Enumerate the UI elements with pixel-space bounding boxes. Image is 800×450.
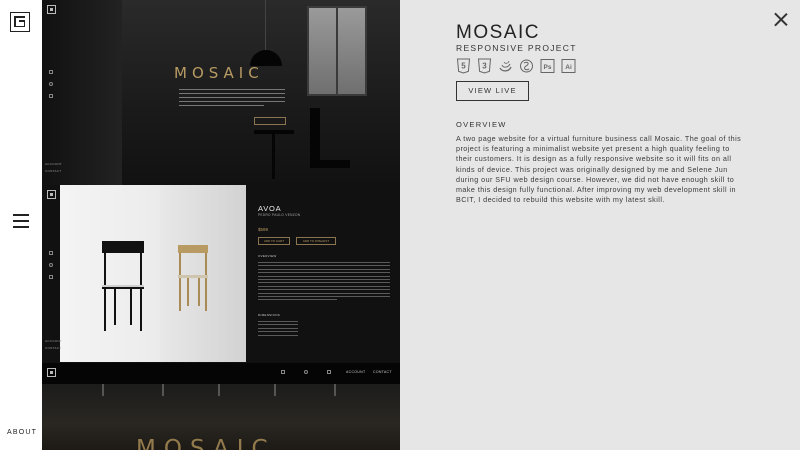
product-title: AVOA <box>258 204 282 213</box>
hamburger-menu-icon[interactable] <box>13 214 29 228</box>
preview-account-link: ACCOUNT <box>346 370 366 374</box>
preview-heart-icon-3 <box>304 370 308 374</box>
preview-bag-icon-3 <box>327 370 331 374</box>
preview-mosaic-logo-2: MOSAIC <box>136 436 276 450</box>
left-sidebar: ABOUT <box>0 0 42 450</box>
product-dimensions-heading: DIMENSIONS <box>258 313 281 317</box>
overview-heading: OVERVIEW <box>456 120 507 129</box>
product-overview-text <box>258 262 390 303</box>
black-chair-decor <box>102 241 144 331</box>
photoshop-abbr: Ps <box>544 64 552 71</box>
product-photo <box>60 185 246 362</box>
preview-search-icon <box>49 70 53 74</box>
illustrator-abbr: Ai <box>565 64 572 71</box>
add-to-cart-button: ADD TO CART <box>258 237 290 245</box>
preview-bag-icon <box>49 94 53 98</box>
preview-heart-icon <box>49 82 53 86</box>
product-overview-heading: OVERVIEW <box>258 254 277 258</box>
svg-text:5: 5 <box>461 62 466 71</box>
preview-hero-panel-2: MOSAIC <box>42 384 400 450</box>
preview-logo-icon-3 <box>47 368 56 377</box>
project-subtitle: RESPONSIVE PROJECT <box>456 43 577 53</box>
product-price: $599 <box>258 227 269 232</box>
about-link[interactable]: ABOUT <box>7 429 37 436</box>
view-live-button[interactable]: VIEW LIVE <box>456 81 529 101</box>
html5-icon: 5 <box>456 58 471 74</box>
add-to-wishlist-button: ADD TO WISHLIST <box>296 237 336 245</box>
jquery-icon <box>498 58 513 74</box>
preview-logo-icon <box>47 5 56 14</box>
window-decor <box>307 6 367 96</box>
project-title: MOSAIC <box>456 22 540 43</box>
close-icon[interactable] <box>774 12 788 26</box>
preview-logo-icon-2 <box>47 190 56 199</box>
preview-product-panel: AVOA PEDRO PAULO VENZON $599 ADD TO CART… <box>42 185 400 363</box>
preview-footer-bar: ACCOUNT CONTACT <box>42 363 400 384</box>
chair-decor <box>310 108 350 168</box>
preview-side-contact: CONTACT <box>45 169 62 173</box>
project-info-panel: MOSAIC RESPONSIVE PROJECT 5 3 Ps Ai VIEW… <box>400 0 800 450</box>
svg-text:3: 3 <box>482 62 487 71</box>
preview-side-account: ACCOUNT <box>45 162 62 166</box>
css3-icon: 3 <box>477 58 492 74</box>
preview-heart-icon-2 <box>49 263 53 267</box>
project-preview-image: MOSAIC ACCOUNT CONTACT AVOA PEDRO PAULO … <box>42 0 400 450</box>
preview-hero-panel: MOSAIC ACCOUNT CONTACT <box>42 0 400 185</box>
sass-icon <box>519 58 534 74</box>
preview-search-icon-2 <box>49 251 53 255</box>
preview-bag-icon-2 <box>49 275 53 279</box>
gold-chair-decor <box>178 245 208 311</box>
preview-side-account-2: ACCOUNT <box>45 339 62 343</box>
preview-mosaic-logo: MOSAIC <box>174 64 264 82</box>
preview-grid-icon <box>281 370 285 374</box>
tech-stack-icons: 5 3 Ps Ai <box>456 58 576 74</box>
illustrator-icon: Ai <box>561 58 576 74</box>
preview-hero-text <box>179 89 285 109</box>
photoshop-icon: Ps <box>540 58 555 74</box>
product-subtitle: PEDRO PAULO VENZON <box>258 213 301 217</box>
preview-side-contact-2: CONTACT <box>45 346 62 350</box>
site-logo-icon[interactable] <box>10 12 30 32</box>
preview-contact-link: CONTACT <box>373 370 392 374</box>
product-dimensions-text <box>258 321 298 338</box>
preview-hero-button <box>254 117 286 125</box>
overview-text: A two page website for a virtual furnitu… <box>456 134 742 205</box>
